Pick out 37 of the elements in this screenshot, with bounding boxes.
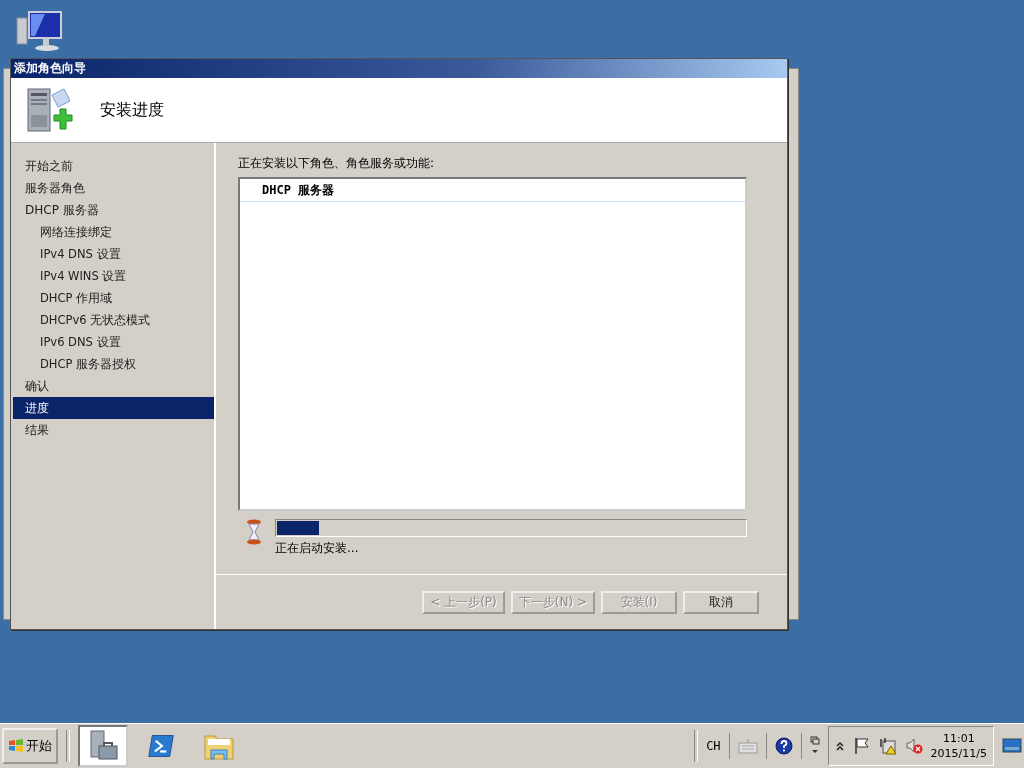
flag-icon[interactable] xyxy=(852,737,871,755)
server-toolbox-icon xyxy=(87,730,119,762)
clock-time[interactable]: 11:01 xyxy=(942,731,975,746)
hourglass-icon xyxy=(246,519,262,545)
step-item[interactable]: IPv6 DNS 设置 xyxy=(13,331,214,353)
step-item[interactable]: 网络连接绑定 xyxy=(13,221,214,243)
step-item[interactable]: 开始之前 xyxy=(13,155,214,177)
step-item[interactable]: 结果 xyxy=(13,419,214,441)
server-add-icon xyxy=(24,85,74,135)
step-item[interactable]: DHCP 作用域 xyxy=(13,287,214,309)
help-icon[interactable] xyxy=(774,737,793,755)
step-item[interactable]: DHCP 服务器授权 xyxy=(13,353,214,375)
speaker-muted-icon[interactable] xyxy=(904,737,923,755)
show-desktop-icon[interactable] xyxy=(1002,738,1022,754)
step-item[interactable]: DHCP 服务器 xyxy=(13,199,214,221)
chevron-up-icon[interactable] xyxy=(834,740,845,752)
step-item[interactable]: 进度 xyxy=(13,397,214,419)
toolbar-options-icon[interactable] xyxy=(809,736,820,756)
windows-logo-icon xyxy=(8,738,24,754)
terminal-icon xyxy=(145,732,177,760)
network-warning-icon[interactable] xyxy=(878,737,897,755)
prompt-text: 正在安装以下角色、角色服务或功能: xyxy=(238,155,436,171)
clock-date[interactable]: 2015/11/5 xyxy=(930,746,987,761)
step-item[interactable]: 确认 xyxy=(13,375,214,397)
start-button[interactable]: 开始 xyxy=(2,728,58,764)
status-text: 正在启动安装... xyxy=(275,540,360,557)
wizard-button[interactable]: 取消 xyxy=(683,590,759,614)
taskbar-app[interactable] xyxy=(78,725,128,767)
page-heading: 安装进度 xyxy=(100,99,164,121)
computer-icon[interactable] xyxy=(15,10,63,52)
step-item[interactable]: IPv4 DNS 设置 xyxy=(13,243,214,265)
window-title: 添加角色向导 xyxy=(14,60,86,77)
language-indicator[interactable]: CH xyxy=(706,739,721,753)
list-item: DHCP 服务器 xyxy=(240,179,745,202)
step-item[interactable]: 服务器角色 xyxy=(13,177,214,199)
step-item[interactable]: IPv4 WINS 设置 xyxy=(13,265,214,287)
step-item[interactable]: DHCPv6 无状态模式 xyxy=(13,309,214,331)
